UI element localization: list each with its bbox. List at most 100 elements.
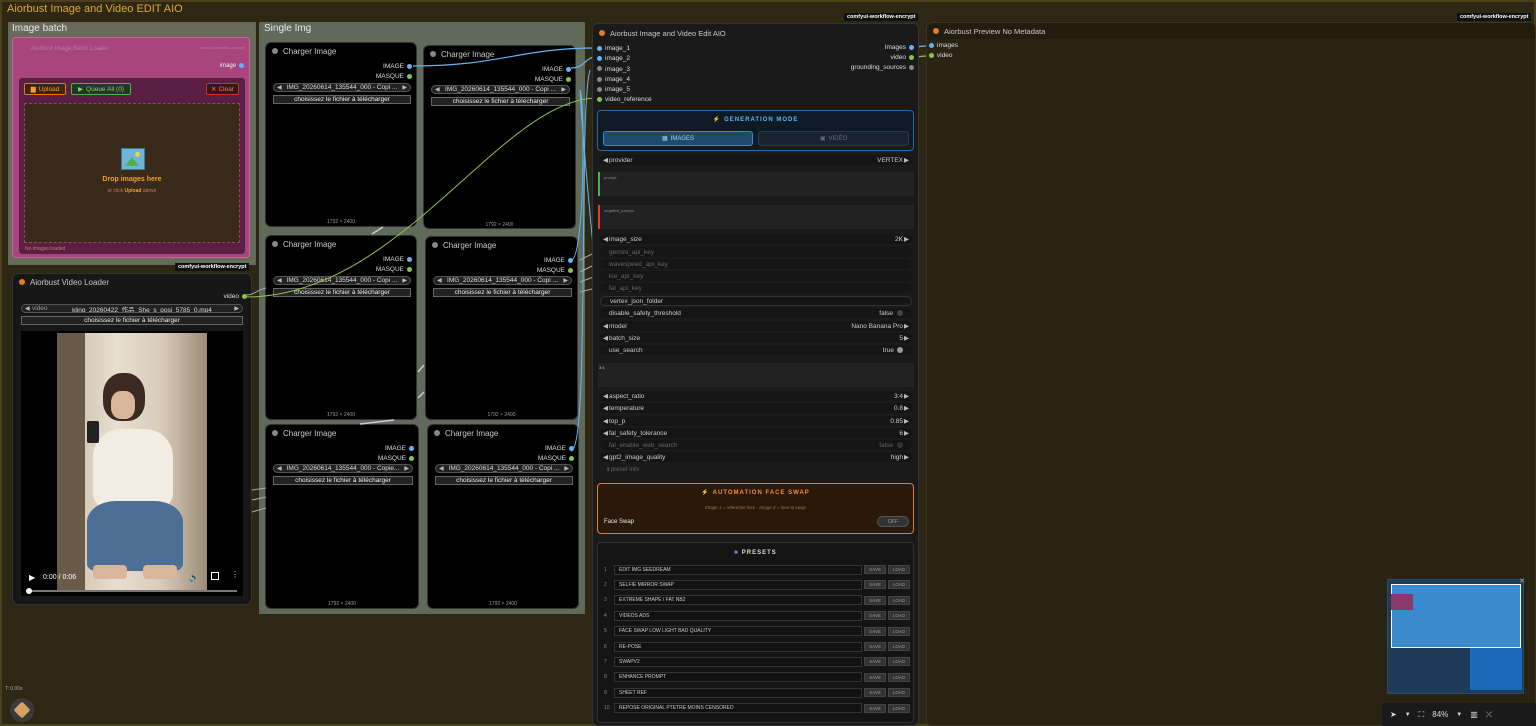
aspect-ratio-select[interactable]: ◀ aspect_ratio 3:4 ▶	[600, 391, 912, 401]
input-port[interactable]	[929, 42, 934, 48]
face-swap-toggle[interactable]: OFF	[877, 516, 909, 527]
input-port[interactable]	[597, 97, 602, 103]
input-port[interactable]	[597, 56, 602, 62]
image-output[interactable]: IMAGE	[376, 62, 412, 72]
chevron-right-icon[interactable]: ▶	[402, 84, 407, 91]
image-batch-group-title[interactable]: Image batch	[12, 23, 67, 34]
preset-name-field[interactable]: SELFIE MIRROR SWAP	[614, 579, 862, 590]
preview-input-images[interactable]: images	[929, 41, 958, 51]
video-progress-track[interactable]	[26, 588, 237, 594]
output-video[interactable]: video	[851, 53, 914, 63]
input-port[interactable]	[597, 86, 602, 92]
clear-button[interactable]: ✕ Clear	[206, 83, 239, 95]
preset-save-button[interactable]: SAVE	[864, 611, 886, 621]
chevron-right-icon[interactable]: ▶	[904, 392, 909, 400]
mask-output[interactable]: MASQUE	[376, 265, 412, 275]
chevron-left-icon[interactable]: ◀	[435, 86, 440, 93]
pointer-icon[interactable]: ➤	[1390, 710, 1397, 719]
video-output-port[interactable]	[242, 293, 247, 299]
preset-save-button[interactable]: SAVE	[864, 642, 886, 651]
fullscreen-icon[interactable]	[211, 572, 219, 580]
preset-name-field[interactable]: REPOSE ORIGINAL PTETRE MOINS CENSORED	[614, 703, 862, 714]
preset-load-button[interactable]: LOAD	[888, 611, 910, 621]
preset-load-button[interactable]: LOAD	[888, 565, 910, 574]
video-player[interactable]: ▶ 0:00 / 0:06 🔈 ⋮	[21, 331, 243, 596]
input-image-1[interactable]: image_1	[597, 44, 652, 54]
mask-output[interactable]: MASQUE	[376, 72, 412, 82]
preset-name-field[interactable]: SHEET REF	[614, 687, 862, 698]
mask-output-port[interactable]	[407, 266, 412, 272]
preset-name-field[interactable]: EDIT IMG SEEDREAM	[614, 564, 862, 575]
mask-output-port[interactable]	[407, 73, 412, 79]
fit-view-icon[interactable]: ⛶	[1419, 710, 1425, 720]
preset-save-button[interactable]: SAVE	[864, 703, 886, 713]
chevron-left-icon[interactable]: ◀	[603, 392, 608, 400]
input-port[interactable]	[929, 52, 934, 58]
main-group-title[interactable]: Aiorbust Image and Video EDIT AIO	[7, 3, 183, 15]
input-video-reference[interactable]: video_reference	[597, 95, 652, 105]
disable-safety-toggle[interactable]: disable_safety_threshold false	[600, 308, 912, 318]
input-image-4[interactable]: image_4	[597, 75, 652, 85]
input-image-2[interactable]: image_2	[597, 54, 652, 64]
preview-input-video[interactable]: video	[929, 51, 958, 61]
image-batch-node[interactable]: Aiorbust Image Batch Loader comfyui-work…	[12, 37, 250, 258]
image-output-port[interactable]	[566, 66, 571, 72]
chevron-left-icon[interactable]: ◀	[277, 277, 282, 284]
preset-load-button[interactable]: LOAD	[888, 703, 910, 713]
gpt2-image-quality-select[interactable]: ◀ gpt2_image_quality high ▶	[600, 452, 912, 462]
preset-load-button[interactable]: LOAD	[888, 672, 910, 682]
mask-output-port[interactable]	[568, 267, 573, 273]
chevron-left-icon[interactable]: ◀	[603, 404, 608, 412]
tab-images[interactable]: ▦ IMAGES	[603, 131, 753, 146]
choose-file-button[interactable]: choisissez le fichier à télécharger	[273, 288, 411, 297]
load-image-node[interactable]: Charger Image IMAGE MASQUE ◀ IMG_20260614_…	[265, 235, 417, 420]
video-output[interactable]: video	[223, 293, 247, 300]
video-progress-thumb[interactable]	[26, 588, 32, 594]
workflow-canvas[interactable]: Aiorbust Image and Video EDIT AIO Image …	[0, 0, 1536, 726]
preset-save-button[interactable]: SAVE	[864, 580, 886, 590]
single-img-group-title[interactable]: Single Img	[264, 23, 311, 34]
preset-load-button[interactable]: LOAD	[888, 657, 910, 667]
play-icon[interactable]: ▶	[29, 573, 35, 582]
negative-prompt-textarea[interactable]: negative_prompt	[598, 205, 914, 229]
more-options-icon[interactable]: ⋮	[231, 570, 239, 579]
link-visibility-icon[interactable]: ⤫	[1486, 710, 1492, 720]
image-size-select[interactable]: ◀ image_size 2K ▶	[600, 234, 912, 244]
image-file-select[interactable]: ◀ IMG_20260614_135544_000 - Copi ... ▶	[433, 276, 572, 285]
upload-button[interactable]: ▆ Upload	[24, 83, 66, 95]
chevron-right-icon[interactable]: ▶	[404, 465, 409, 472]
preset-load-button[interactable]: LOAD	[888, 688, 910, 698]
mask-output-port[interactable]	[566, 76, 571, 82]
preset-save-button[interactable]: SAVE	[864, 565, 886, 574]
preset-name-field[interactable]: EXTREME SHAPE / FAT NB2	[614, 595, 862, 606]
aio-edit-node[interactable]: Aiorbust Image and Video Edit AIO image_…	[592, 23, 919, 726]
image-file-select[interactable]: ◀ IMG_20260614_135544_000 - Copi ... ▶	[435, 464, 573, 473]
volume-icon[interactable]: 🔈	[189, 573, 199, 582]
preset-name-field[interactable]: SWAPV2	[614, 656, 862, 667]
chevron-right-icon[interactable]: ▶	[904, 429, 909, 437]
chevron-right-icon[interactable]: ▶	[904, 417, 909, 425]
chevron-left-icon[interactable]: ◀	[603, 453, 608, 461]
use-search-toggle[interactable]: use_search true	[600, 345, 912, 355]
queue-all-button[interactable]: ▶ Queue All (0)	[71, 83, 131, 95]
choose-file-button[interactable]: choisissez le fichier à télécharger	[435, 476, 573, 485]
image-output[interactable]: IMAGE	[376, 255, 412, 265]
load-image-node[interactable]: Charger Image IMAGE MASQUE ◀ IMG_20260614_…	[265, 42, 417, 227]
preset-save-button[interactable]: SAVE	[864, 672, 886, 682]
image-output-port[interactable]	[409, 445, 414, 451]
chevron-right-icon[interactable]: ▶	[904, 334, 909, 342]
chevron-down-icon[interactable]: ▼	[1405, 712, 1411, 718]
load-image-node[interactable]: Charger Image IMAGE MASQUE ◀ IMG_20260614_…	[265, 424, 419, 609]
fal-web-search-toggle[interactable]: fal_enable_web_search false	[600, 440, 912, 450]
output-images[interactable]: Images	[851, 43, 914, 53]
chevron-right-icon[interactable]: ▶	[564, 465, 569, 472]
image-output[interactable]: IMAGE	[538, 444, 574, 454]
temperature-stepper[interactable]: ◀ temperature 0.8 ▶	[600, 403, 912, 413]
mask-output[interactable]: MASQUE	[378, 454, 414, 464]
image-file-select[interactable]: ◀ IMG_20260614_135544_000 - Copi ... ▶	[431, 85, 570, 94]
chevron-right-icon[interactable]: ▶	[904, 156, 909, 164]
preset-save-button[interactable]: SAVE	[864, 595, 886, 605]
chevron-left-icon[interactable]: ◀	[603, 235, 608, 243]
wavespeed-api-key-field[interactable]: wavespeed_api_key	[600, 259, 912, 269]
output-port[interactable]	[909, 64, 914, 70]
